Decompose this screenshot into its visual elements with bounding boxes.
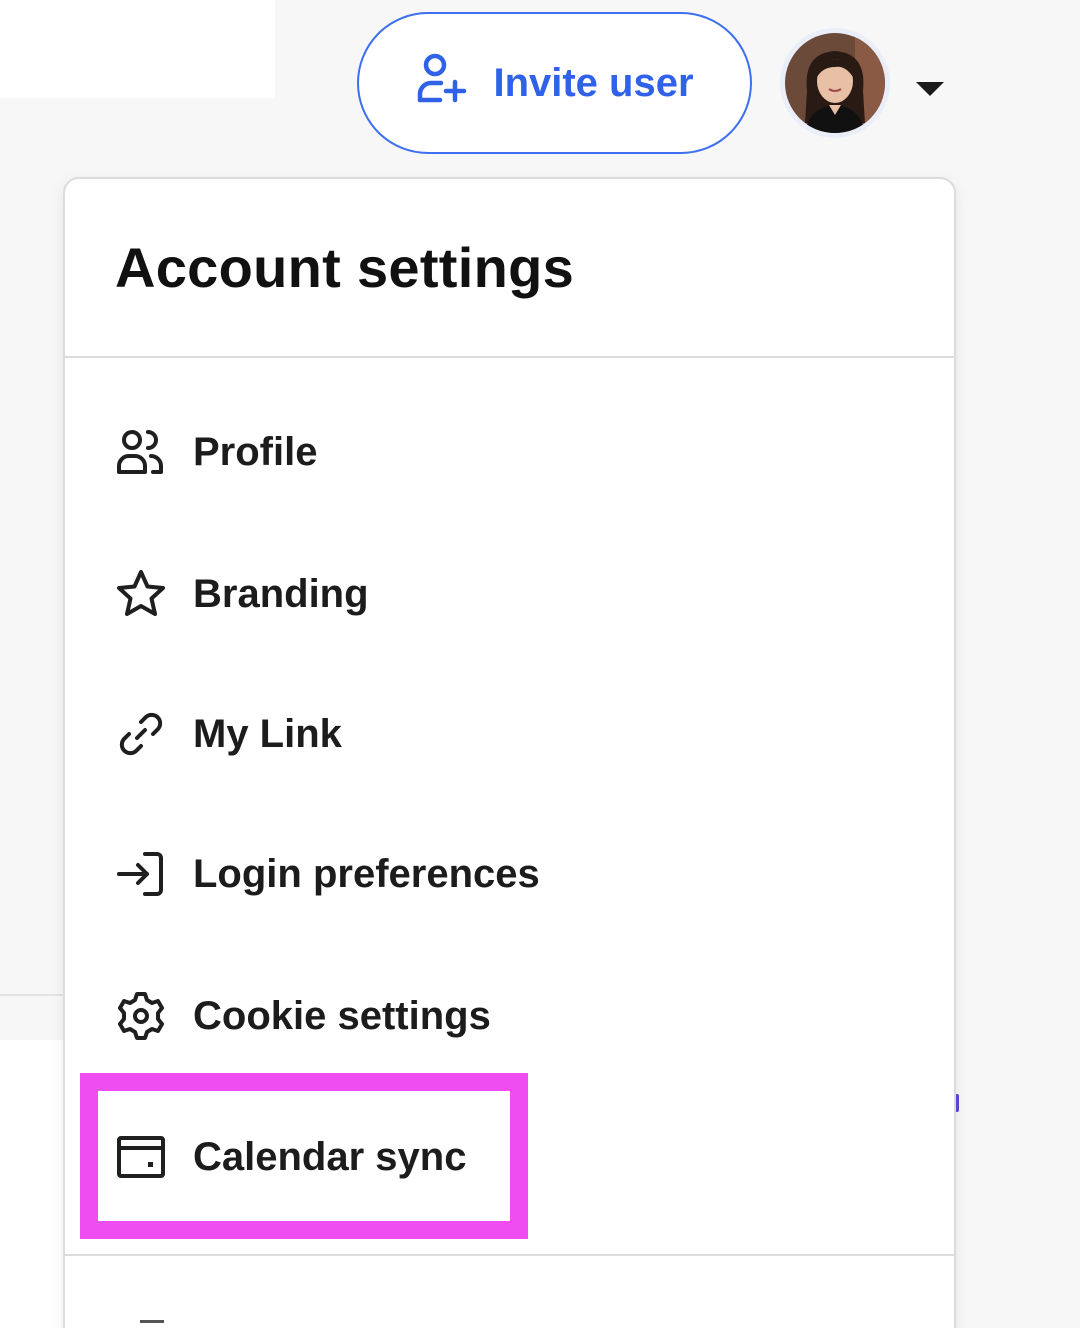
- next-item-icon-stub: [140, 1320, 164, 1323]
- menu-item-label: Cookie settings: [193, 993, 491, 1038]
- menu-item-profile[interactable]: Profile: [115, 412, 895, 492]
- user-avatar-button[interactable]: [780, 28, 890, 138]
- menu-divider: [65, 356, 954, 358]
- background-panel-lower: [0, 1040, 65, 1328]
- menu-title: Account settings: [115, 236, 575, 299]
- menu-item-label: My Link: [193, 711, 342, 756]
- invite-user-label: Invite user: [493, 60, 694, 105]
- menu-item-label: Calendar sync: [193, 1134, 467, 1179]
- users-icon: [115, 426, 167, 478]
- gear-icon: [115, 990, 167, 1042]
- menu-item-label: Branding: [193, 571, 369, 616]
- menu-item-branding[interactable]: Branding: [115, 554, 895, 634]
- menu-item-label: Login preferences: [193, 851, 540, 896]
- star-icon: [115, 568, 167, 620]
- menu-item-login-preferences[interactable]: Login preferences: [115, 834, 895, 914]
- avatar-icon: [785, 33, 885, 133]
- chevron-down-icon[interactable]: [912, 74, 948, 102]
- menu-item-my-link[interactable]: My Link: [115, 694, 895, 774]
- add-user-icon: [415, 50, 471, 116]
- menu-divider: [65, 1254, 954, 1256]
- invite-user-button[interactable]: Invite user: [357, 12, 752, 154]
- link-icon: [115, 708, 167, 760]
- menu-item-label: Profile: [193, 429, 318, 474]
- account-settings-menu: Account settings Profile Branding My Lin…: [63, 177, 956, 1328]
- background-divider: [0, 994, 64, 996]
- login-icon: [115, 848, 167, 900]
- background-panel: [0, 0, 275, 98]
- calendar-icon: [115, 1131, 167, 1183]
- page: Invite user Account settings Profile Bra…: [0, 0, 1080, 1328]
- menu-item-cookie-settings[interactable]: Cookie settings: [115, 976, 895, 1056]
- menu-item-calendar-sync[interactable]: Calendar sync: [115, 1117, 895, 1197]
